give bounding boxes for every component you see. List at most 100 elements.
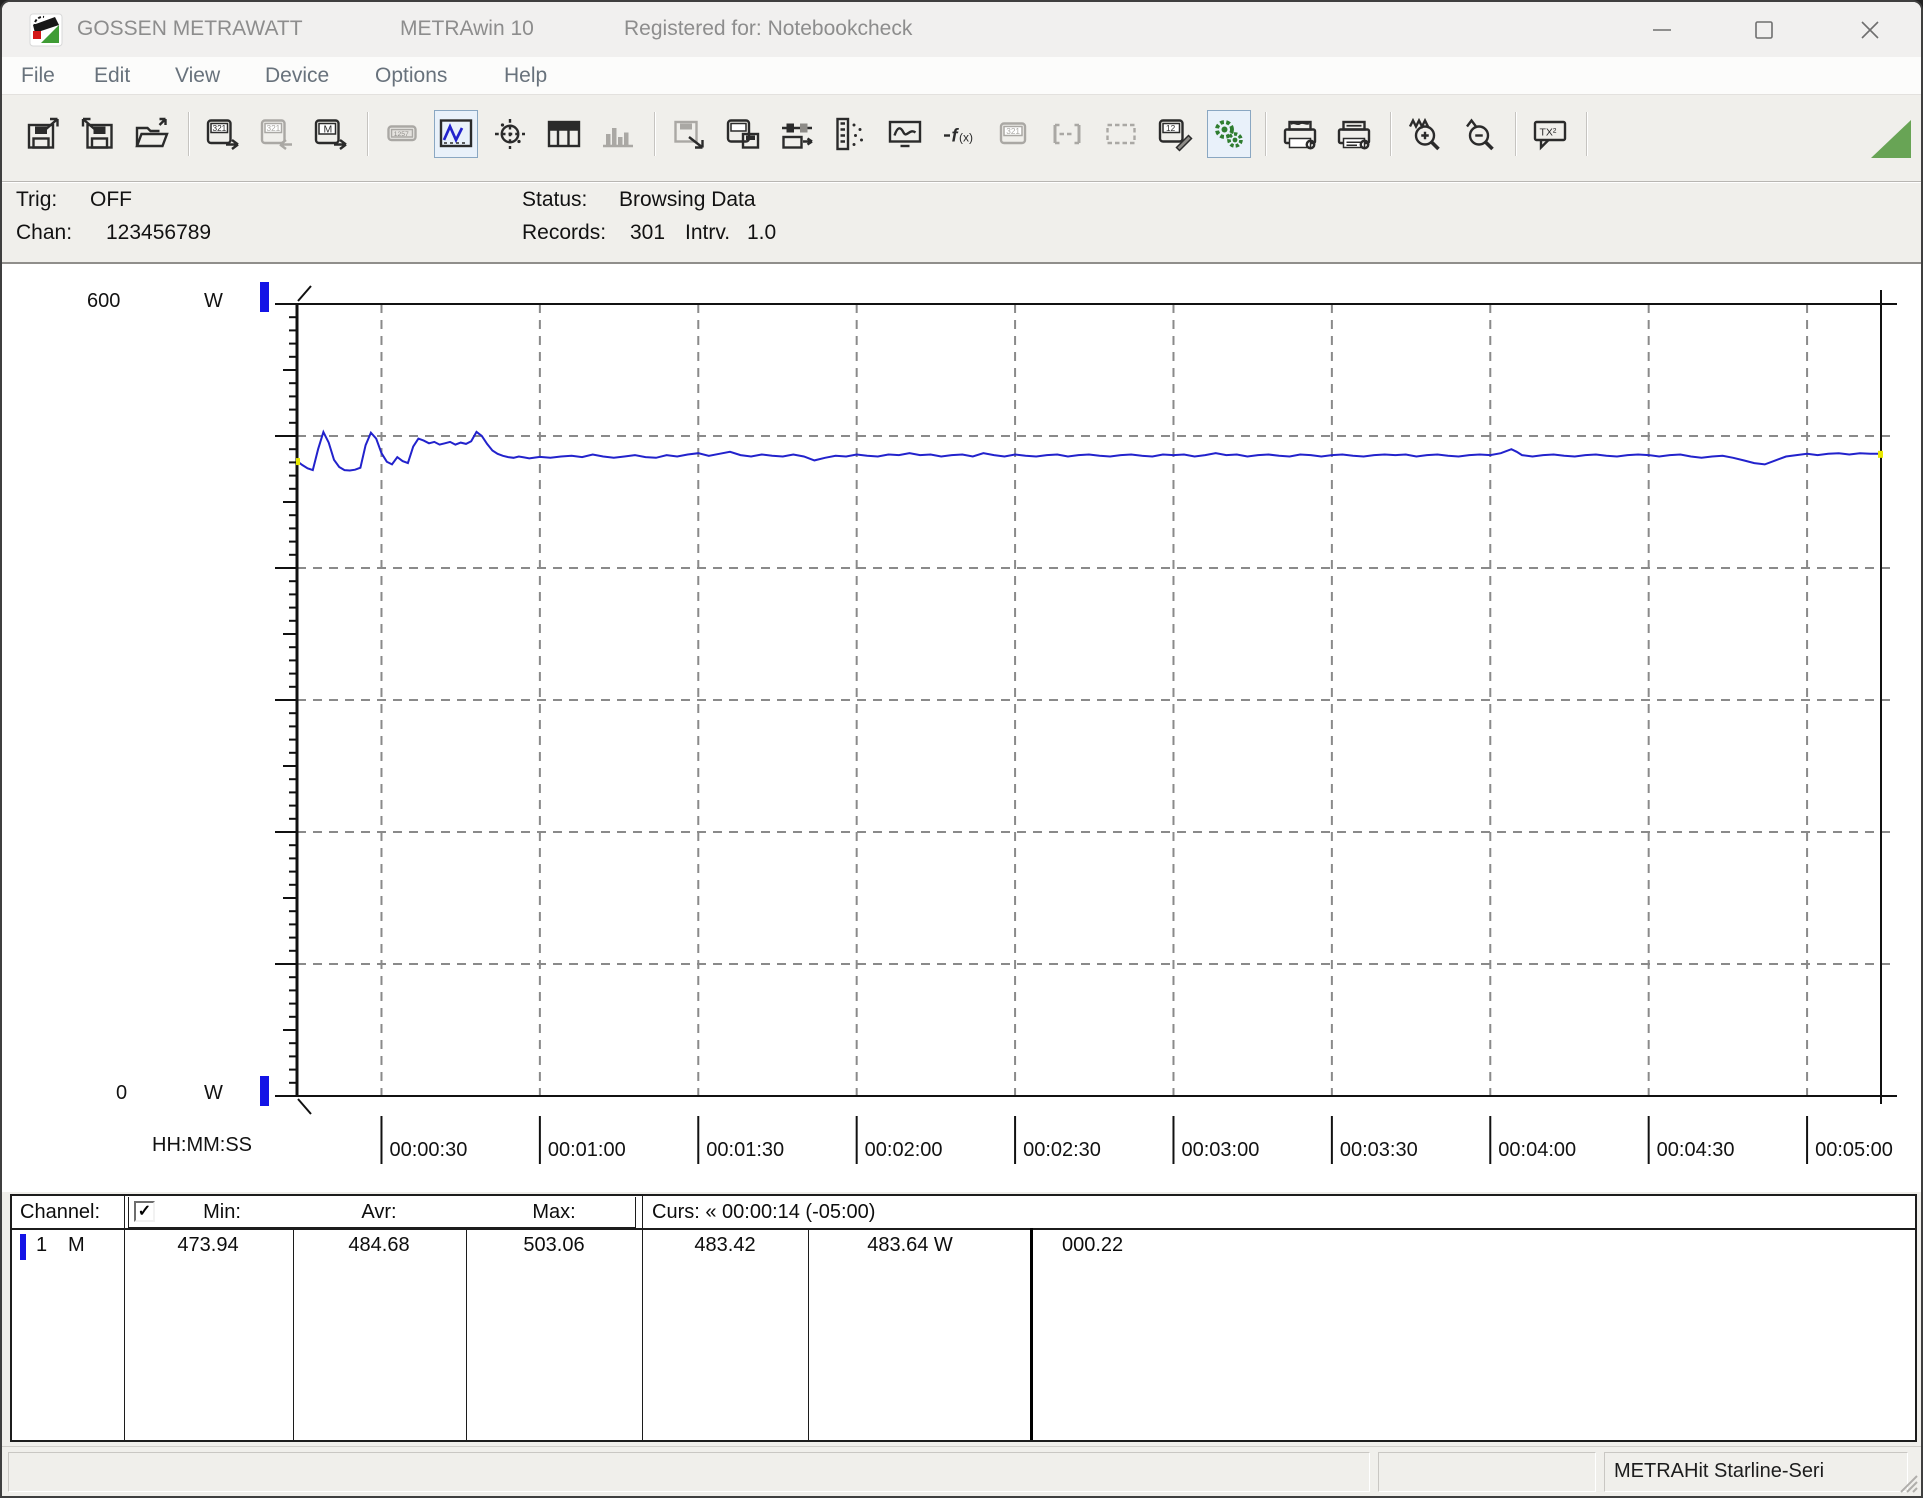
read-device-321-icon: 321 (206, 119, 239, 150)
table-divider (124, 1196, 125, 1440)
svg-text:00:03:30: 00:03:30 (1340, 1139, 1418, 1161)
min-value: 473.94 (177, 1234, 239, 1256)
menu-help[interactable]: Help (504, 64, 547, 88)
range-button[interactable] (1099, 110, 1143, 158)
zoom-out-icon (1466, 118, 1494, 151)
svg-text:00:01:00: 00:01:00 (548, 1139, 626, 1161)
interval-label: Intrv. (685, 221, 731, 244)
open-file-button[interactable] (130, 110, 174, 158)
device-store-icon (726, 119, 760, 149)
status-value: Browsing Data (619, 188, 756, 211)
monitor-live-icon (888, 120, 922, 148)
link-button[interactable] (1045, 110, 1089, 158)
avr-column-header: Avr: (361, 1201, 397, 1223)
read-memory-icon: M (314, 119, 347, 150)
open-file-icon (135, 117, 169, 148)
acquisition-info: Trig: OFF Chan: 123456789 Status: Browsi… (2, 183, 1921, 262)
save-as-icon (81, 117, 113, 149)
scatter-view-button[interactable] (488, 110, 532, 158)
zoom-out-button[interactable] (1457, 110, 1501, 158)
export-data-icon (674, 120, 704, 149)
titlebar: GOSSEN METRAWATT METRAwin 10 Registered … (2, 2, 1921, 57)
table-divider (466, 1228, 467, 1440)
histogram-view-icon (603, 128, 633, 148)
chart-view-button[interactable] (434, 110, 478, 158)
statusbar: METRAHit Starline-Seri (2, 1446, 1921, 1496)
settings-gears-button[interactable] (1207, 110, 1251, 158)
chart-view-icon (439, 119, 473, 148)
records-label: Records: (522, 221, 607, 244)
table-view-button[interactable] (542, 110, 586, 158)
table-divider (293, 1228, 294, 1440)
save-file-button[interactable] (22, 110, 66, 158)
export-data-button[interactable] (667, 110, 711, 158)
minimize-icon (1653, 28, 1671, 31)
svg-text:00:05:00: 00:05:00 (1815, 1139, 1893, 1161)
chan-label: Chan: (16, 221, 73, 244)
svg-text:00:00:30: 00:00:30 (389, 1139, 467, 1161)
table-divider-thick (1030, 1228, 1033, 1440)
records-value: 301 (630, 221, 666, 244)
print-button[interactable] (1332, 110, 1376, 158)
resize-grip-icon[interactable] (1897, 1472, 1919, 1494)
formula-button[interactable]: f (x) (937, 110, 981, 158)
avr-value: 484.68 (348, 1234, 410, 1256)
save-file-icon (27, 117, 59, 149)
chan-value: 123456789 (106, 221, 212, 244)
read-device-2-icon: 321 (260, 119, 292, 150)
print-preview-button[interactable] (1278, 110, 1322, 158)
menu-edit[interactable]: Edit (94, 64, 130, 88)
monitor-live-button[interactable] (883, 110, 927, 158)
cursor-delta-value: 000.22 (1062, 1234, 1124, 1256)
lcd-panel-icon: 1257 (387, 125, 417, 142)
read-device-321-button[interactable]: 321 (201, 110, 245, 158)
svg-text:321: 321 (213, 124, 227, 133)
power-trace-line (296, 429, 1881, 472)
trigger-config-icon (782, 123, 813, 149)
svg-text:00:04:30: 00:04:30 (1657, 1139, 1735, 1161)
maximize-icon (1755, 20, 1773, 39)
menu-file[interactable]: File (21, 64, 55, 88)
toolbar: 321 321 M 1257 f (x) 321 12 TX² (2, 96, 1921, 182)
print-preview-icon (1283, 120, 1317, 150)
chart-panel: 600 W 0 W HH:MM:SS 00:00:30 00:01:00 00:01… (2, 262, 1921, 1192)
scatter-view-icon (495, 119, 525, 149)
trigger-config-button[interactable] (775, 110, 819, 158)
cursor-a-value: 483.42 (694, 1234, 756, 1256)
zoom-in-button[interactable] (1403, 110, 1447, 158)
close-button[interactable] (1838, 2, 1902, 57)
table-view-icon (547, 120, 581, 148)
power-trace-chart[interactable]: 00:00:30 00:01:00 00:01:30 00:02:00 00:02:30… (2, 264, 1909, 1194)
toolbar-separator (1515, 112, 1516, 156)
read-device-2-button[interactable]: 321 (255, 110, 299, 158)
svg-text:(x): (x) (959, 131, 973, 145)
toolbar-separator (1390, 112, 1391, 156)
window-content: GOSSEN METRAWATT METRAwin 10 Registered … (2, 2, 1921, 1496)
comment-button[interactable]: TX² (1528, 110, 1572, 158)
device-321-button[interactable]: 321 (991, 110, 1035, 158)
device-edit-button[interactable]: 12 (1153, 110, 1197, 158)
record-list-button[interactable] (829, 110, 873, 158)
svg-text:00:04:00: 00:04:00 (1498, 1139, 1576, 1161)
histogram-view-button[interactable] (596, 110, 640, 158)
trig-label: Trig: (16, 188, 58, 211)
menu-options[interactable]: Options (375, 64, 447, 88)
app-logo-icon (29, 13, 63, 47)
interval-value: 1.0 (747, 221, 777, 244)
comment-icon: TX² (1533, 120, 1567, 151)
channel-mode: M (68, 1234, 85, 1256)
statusbar-segment-middle (1378, 1452, 1596, 1492)
svg-text:00:03:00: 00:03:00 (1181, 1139, 1259, 1161)
menu-device[interactable]: Device (265, 64, 329, 88)
toolbar-separator (1586, 112, 1587, 156)
channel-visible-checkbox[interactable]: ✓ (134, 1201, 155, 1222)
maximize-button[interactable] (1732, 2, 1796, 57)
device-store-button[interactable] (721, 110, 765, 158)
table-divider (642, 1196, 643, 1440)
menu-view[interactable]: View (175, 64, 220, 88)
connected-device-name: METRAHit Starline-Seri (1614, 1460, 1825, 1482)
read-memory-button[interactable]: M (309, 110, 353, 158)
minimize-button[interactable] (1630, 2, 1694, 57)
save-as-button[interactable] (76, 110, 120, 158)
lcd-panel-button[interactable]: 1257 (380, 110, 424, 158)
